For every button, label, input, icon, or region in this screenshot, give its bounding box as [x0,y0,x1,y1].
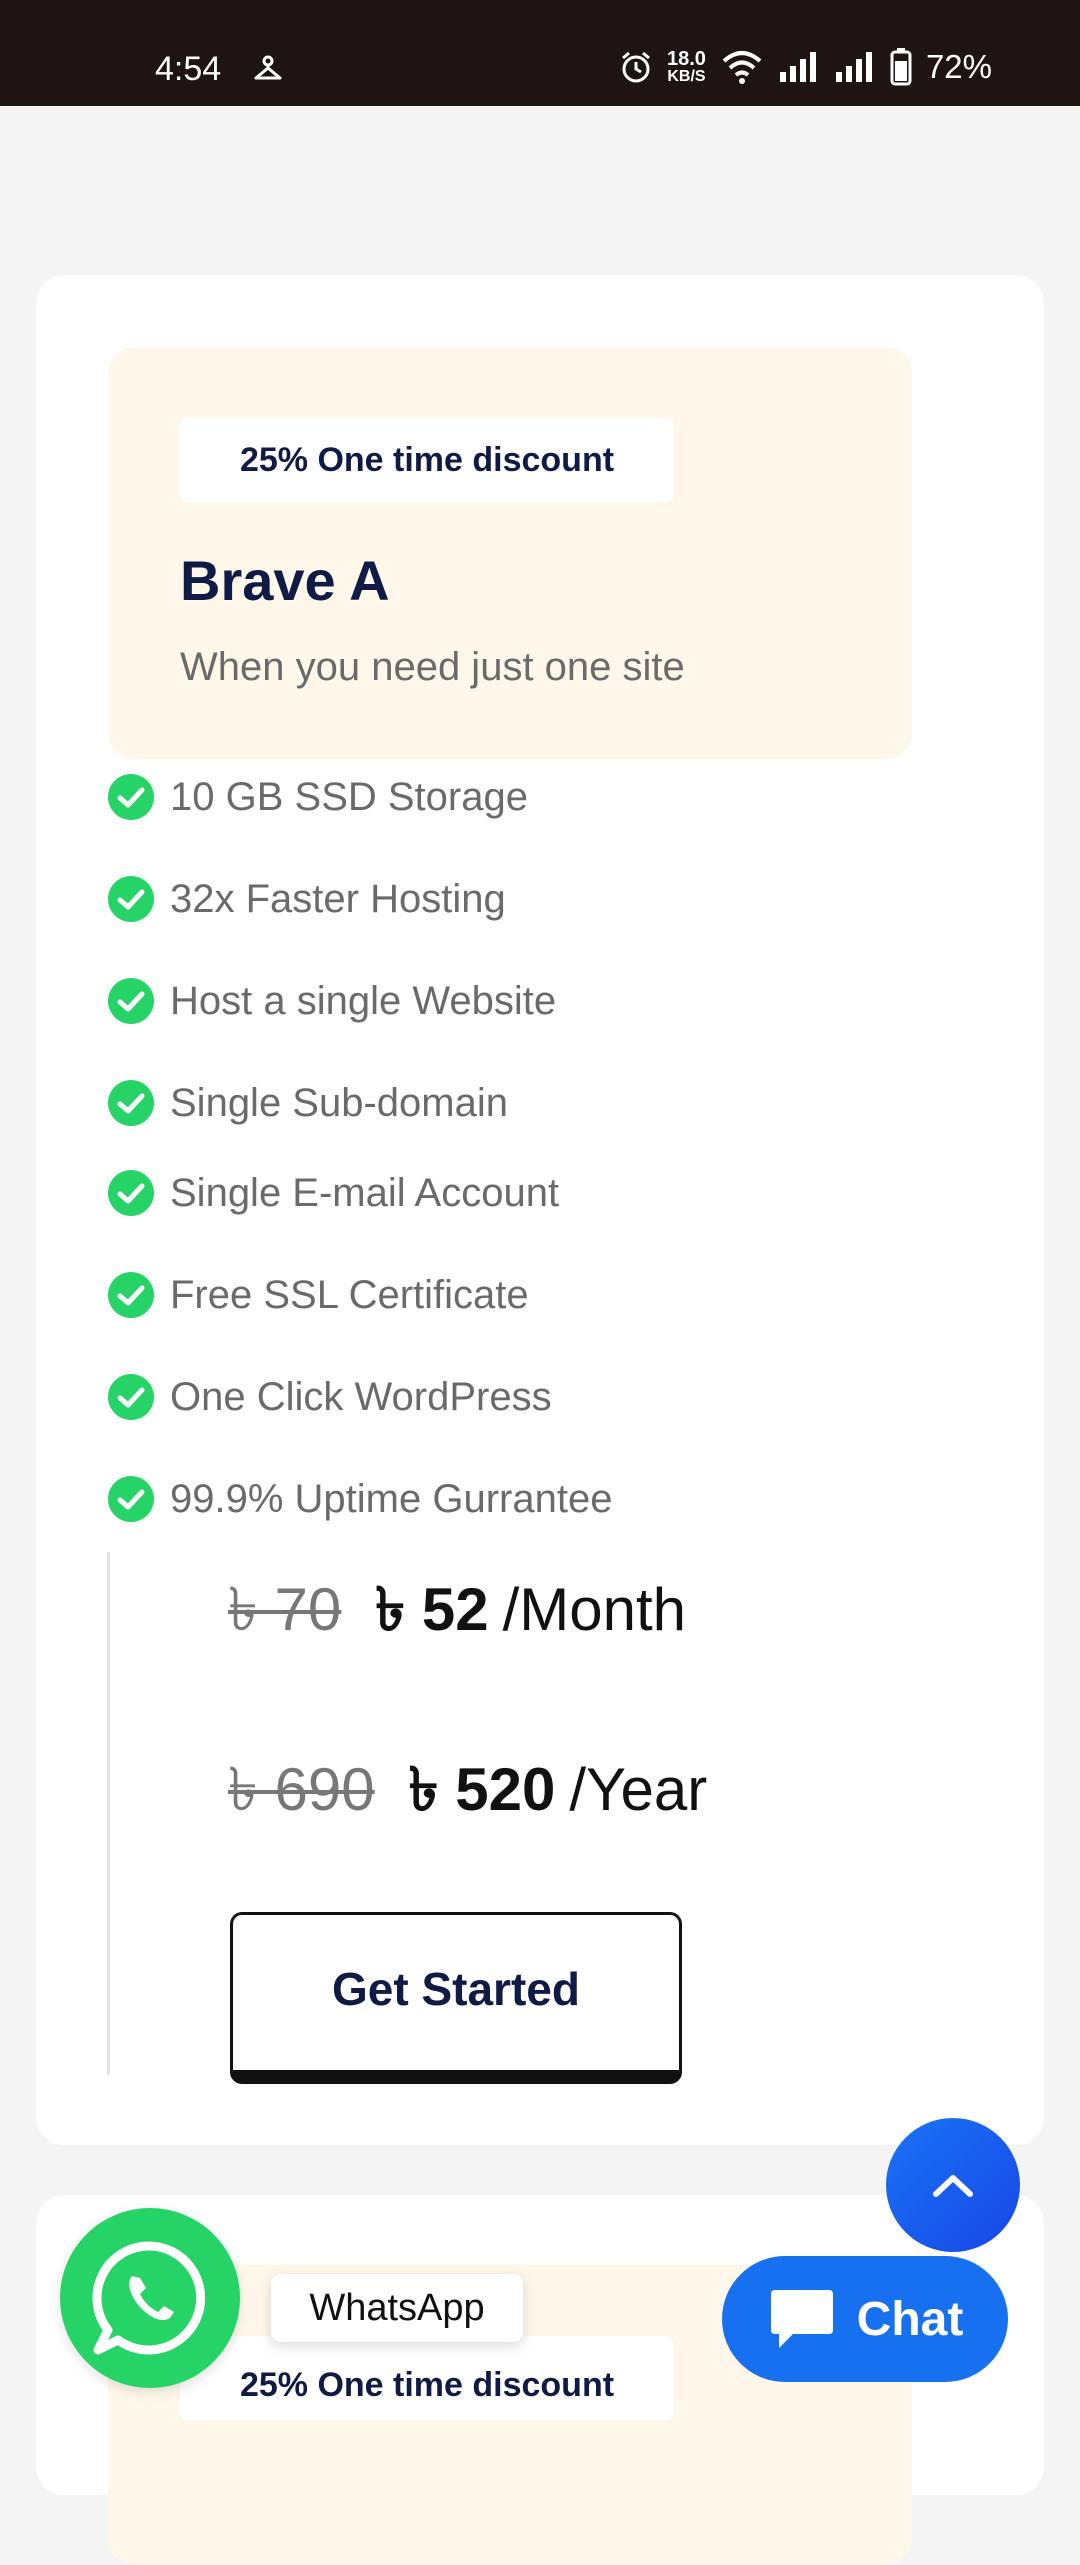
feature-item: 32x Faster Hosting [108,876,506,922]
signal-icon [779,52,816,82]
feature-label: Single E-mail Account [170,1170,560,1215]
check-circle-icon [108,1272,154,1318]
status-time: 4:54 [155,50,222,88]
yearly-price: ৳ 690 ৳ 520 /Year [228,1744,707,1844]
feature-item: 10 GB SSD Storage [108,774,528,820]
feature-item: Single E-mail Account [108,1170,559,1216]
wifi-icon [722,51,762,84]
check-circle-icon [108,1476,154,1522]
new-monthly-price: ৳ 52 [375,1576,489,1643]
monthly-price: ৳ 70 ৳ 52 /Month [228,1564,686,1664]
hanger-icon [254,55,282,80]
feature-item: Host a single Website [108,978,556,1024]
plan-name: Brave A [180,549,390,612]
check-circle-icon [108,1374,154,1420]
next-discount-badge: 25% One time discount [180,2336,674,2420]
monthly-period: /Month [502,1576,687,1643]
old-monthly-price: ৳ 70 [228,1576,342,1643]
whatsapp-button[interactable] [60,2208,240,2388]
scroll-to-top-button[interactable] [886,2118,1020,2252]
check-circle-icon [108,1080,154,1126]
check-circle-icon [108,774,154,820]
check-circle-icon [108,978,154,1024]
new-yearly-price: ৳ 520 [408,1756,556,1823]
check-circle-icon [108,1170,154,1216]
battery-icon [890,48,912,86]
whatsapp-icon [92,2241,206,2355]
yearly-period: /Year [569,1756,708,1823]
feature-item: One Click WordPress [108,1374,552,1420]
alarm-icon [622,51,650,83]
feature-item: 99.9% Uptime Gurrantee [108,1476,612,1522]
feature-label: Host a single Website [170,978,557,1023]
feature-label: Free SSL Certificate [170,1272,529,1317]
status-indicators: 18.0 KB/S 72% [619,48,992,86]
signal-icon-2 [835,52,872,82]
feature-label: 99.9% Uptime Gurrantee [170,1476,613,1521]
chat-button[interactable]: Chat [722,2256,1008,2382]
feature-label: One Click WordPress [170,1374,552,1419]
get-started-button[interactable]: Get Started [230,1912,682,2084]
price-divider [107,1552,110,2075]
feature-label: 10 GB SSD Storage [170,774,528,819]
battery-percent: 72% [925,48,992,85]
feature-label: Single Sub-domain [170,1080,508,1125]
old-yearly-price: ৳ 690 [228,1756,375,1823]
chat-bubble-icon [770,2290,833,2348]
chevron-up-icon [933,2175,973,2197]
discount-badge: 25% One time discount [180,418,674,502]
feature-label: 32x Faster Hosting [170,876,506,921]
chat-label: Chat [856,2292,964,2346]
check-circle-icon [108,876,154,922]
net-speed: 18.0 KB/S [667,48,706,85]
plan-description: When you need just one site [180,645,685,689]
feature-item: Single Sub-domain [108,1080,508,1126]
whatsapp-label[interactable]: WhatsApp [271,2274,523,2342]
feature-item: Free SSL Certificate [108,1272,529,1318]
status-bar: 4:54 18.0 KB/S 72% [0,0,1080,106]
